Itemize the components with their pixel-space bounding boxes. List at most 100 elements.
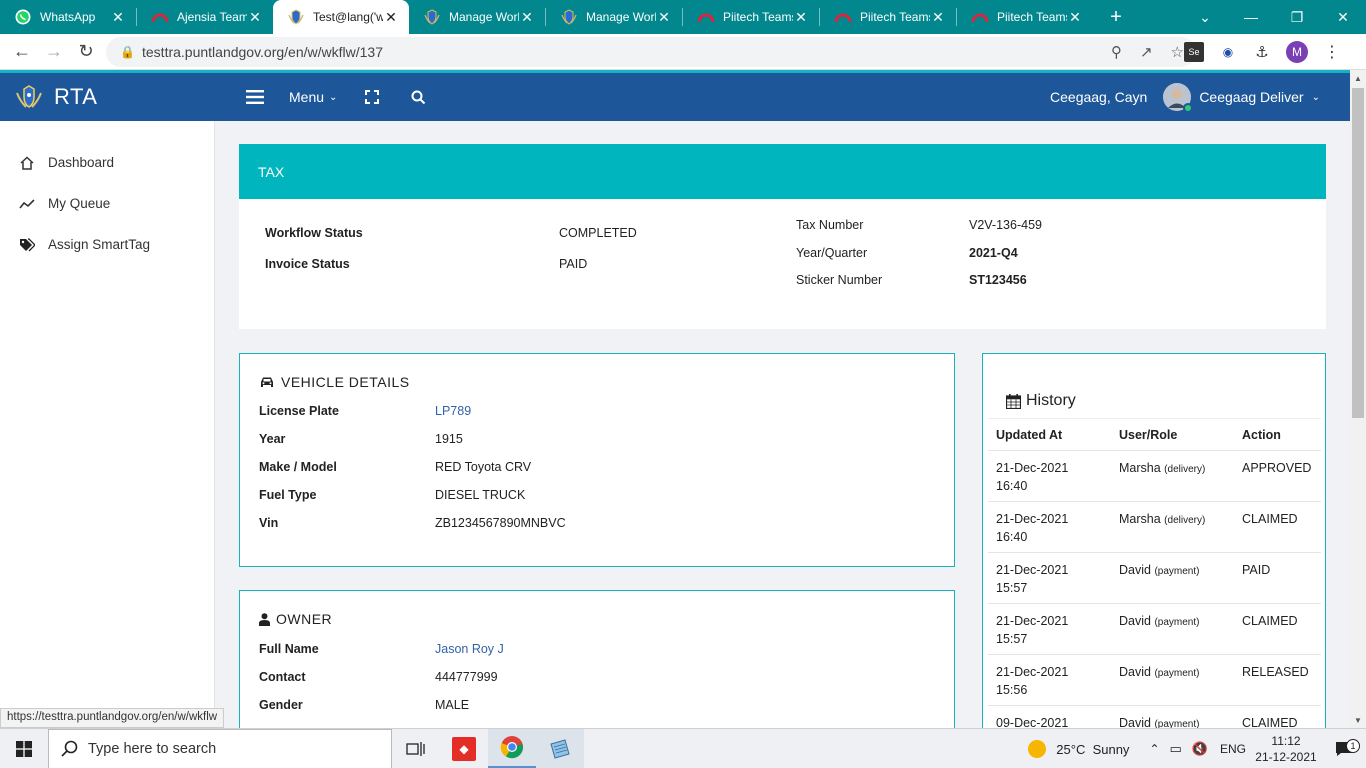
teams-ring-icon: [834, 8, 852, 26]
share-icon[interactable]: ↗: [1140, 43, 1153, 61]
sticker-number-value: ST123456: [969, 273, 1027, 287]
browser-tab[interactable]: Piitech Teams ✕: [957, 0, 1093, 34]
anydesk-app-icon[interactable]: ◆: [440, 729, 488, 768]
notepad-app-icon[interactable]: [536, 728, 584, 768]
page-scrollbar[interactable]: ▲ ▼: [1350, 70, 1366, 728]
user-short-name: Ceegaag, Cayn: [1050, 89, 1148, 105]
history-date: 21-Dec-2021: [996, 614, 1069, 628]
address-bar[interactable]: 🔒 testtra.puntlandgov.org/en/w/wkflw/137…: [106, 37, 1196, 67]
taskbar-search-box[interactable]: Type here to search: [48, 728, 392, 768]
history-row: 21-Dec-2021 15:56 David (payment) RELEASED: [988, 654, 1321, 706]
browser-tab[interactable]: WhatsApp ✕: [0, 0, 136, 34]
selenium-extension-icon[interactable]: Se: [1184, 42, 1204, 62]
menu-dropdown[interactable]: Menu ⌄: [289, 73, 337, 121]
weather-sun-icon[interactable]: [1028, 740, 1047, 758]
close-tab-icon[interactable]: ✕: [656, 9, 672, 26]
browser-tab[interactable]: Manage Worl ✕: [409, 0, 545, 34]
clock[interactable]: 11:12 21-12-2021: [1250, 733, 1322, 765]
close-tab-icon[interactable]: ✕: [247, 9, 263, 26]
history-updated-at: 21-Dec-2021 15:57: [988, 603, 1111, 655]
browser-tab[interactable]: Piitech Teams ✕: [820, 0, 956, 34]
vpn-extension-icon[interactable]: ◉: [1218, 42, 1238, 62]
task-view-icon[interactable]: [392, 729, 440, 768]
owner-row-label: Contact: [259, 670, 306, 684]
history-updated-at: 09-Dec-2021: [988, 705, 1111, 728]
close-tab-icon[interactable]: ✕: [519, 9, 535, 26]
notification-center-icon[interactable]: 1: [1322, 739, 1366, 757]
sidebar-item-dashboard[interactable]: Dashboard: [0, 142, 214, 183]
extensions-puzzle-icon[interactable]: ⚓: [1252, 42, 1272, 62]
taskbar-search-placeholder: Type here to search: [88, 740, 217, 757]
close-tab-icon[interactable]: ✕: [1067, 9, 1083, 26]
sidebar-item-my-queue[interactable]: My Queue: [0, 183, 214, 224]
language-indicator[interactable]: ENG: [1220, 742, 1246, 756]
user-avatar[interactable]: [1163, 83, 1194, 113]
volume-muted-icon[interactable]: 🔇: [1192, 741, 1208, 757]
lock-icon[interactable]: 🔒: [120, 45, 135, 59]
workflow-status-value: COMPLETED: [559, 226, 637, 240]
owner-title: OWNER: [259, 611, 332, 627]
network-icon[interactable]: ▭: [1170, 741, 1182, 757]
user-menu[interactable]: Ceegaag, Cayn Ceegaag Deliver ⌄: [1050, 73, 1320, 121]
col-user-role: User/Role: [1111, 418, 1234, 451]
browser-toolbar: ← → ↻ 🔒 testtra.puntlandgov.org/en/w/wkf…: [0, 34, 1366, 70]
close-tab-icon[interactable]: ✕: [110, 9, 126, 26]
history-updated-at: 21-Dec-2021 15:56: [988, 654, 1111, 706]
workflow-status-label: Workflow Status: [265, 226, 363, 240]
history-date: 21-Dec-2021: [996, 563, 1069, 577]
close-tab-icon[interactable]: ✕: [793, 9, 809, 26]
sidebar-item-assign-smarttag[interactable]: Assign SmartTag: [0, 224, 214, 265]
browser-tab[interactable]: Test@lang('w ✕: [273, 0, 409, 34]
new-tab-button[interactable]: +: [1101, 6, 1131, 29]
teams-ring-icon: [697, 8, 715, 26]
browser-tab[interactable]: Manage Worl ✕: [546, 0, 682, 34]
tab-search-chevron-icon[interactable]: ⌄: [1182, 0, 1228, 34]
browser-tab[interactable]: Piitech Teams ✕: [683, 0, 819, 34]
owner-row-value[interactable]: Jason Roy J: [435, 642, 504, 656]
close-window-button[interactable]: ✕: [1320, 0, 1366, 34]
browser-tab[interactable]: Ajensia Team ✕: [137, 0, 273, 34]
minimize-button[interactable]: —: [1228, 0, 1274, 34]
fullscreen-icon[interactable]: [365, 73, 379, 121]
weather-text[interactable]: 25°C Sunny: [1056, 742, 1129, 757]
history-user: Marsha: [1119, 461, 1161, 475]
close-tab-icon[interactable]: ✕: [930, 9, 946, 26]
sidebar-item-label: My Queue: [48, 196, 111, 211]
history-row: 21-Dec-2021 16:40 Marsha (delivery) CLAIMED: [988, 501, 1321, 553]
url-text[interactable]: testtra.puntlandgov.org/en/w/wkflw/137: [142, 44, 383, 60]
vehicle-row-label: Vin: [259, 516, 279, 530]
brand[interactable]: RTA: [14, 83, 97, 111]
tab-title: Piitech Teams: [997, 10, 1067, 24]
hamburger-menu-icon[interactable]: [246, 73, 264, 121]
reload-button[interactable]: ↻: [70, 36, 102, 68]
close-tab-icon[interactable]: ✕: [383, 9, 399, 26]
profile-avatar[interactable]: M: [1286, 41, 1308, 63]
zoom-icon[interactable]: ⚲: [1111, 43, 1122, 61]
chevron-down-icon: ⌄: [329, 91, 338, 103]
vehicle-row-value: DIESEL TRUCK: [435, 488, 526, 502]
forward-button[interactable]: →: [38, 36, 70, 68]
history-user: Marsha: [1119, 512, 1161, 526]
windows-start-icon[interactable]: [0, 729, 48, 768]
history-table: Updated At User/Role Action 21-Dec-2021 1…: [988, 418, 1321, 728]
scroll-down-icon[interactable]: ▼: [1350, 712, 1366, 728]
chrome-app-icon[interactable]: [488, 728, 536, 768]
teams-ring-icon: [151, 8, 169, 26]
browser-menu-icon[interactable]: ⋮: [1322, 42, 1342, 62]
scroll-up-icon[interactable]: ▲: [1350, 70, 1366, 86]
back-button[interactable]: ←: [6, 36, 38, 68]
history-action: RELEASED: [1234, 654, 1321, 706]
history-user: David: [1119, 665, 1151, 679]
tray-chevron-up-icon[interactable]: ⌃: [1149, 742, 1159, 756]
tab-title: Manage Worl: [586, 10, 656, 24]
bookmark-star-icon[interactable]: ☆: [1171, 43, 1184, 61]
scroll-thumb[interactable]: [1352, 88, 1364, 418]
history-role: (payment): [1154, 617, 1200, 628]
search-icon[interactable]: [411, 73, 426, 121]
restore-button[interactable]: ❐: [1274, 0, 1320, 34]
vehicle-row-value[interactable]: LP789: [435, 404, 471, 418]
history-role: (payment): [1154, 719, 1200, 728]
history-user-role: Marsha (delivery): [1111, 501, 1234, 553]
history-role: (payment): [1154, 668, 1200, 679]
vehicle-row-value: 1915: [435, 432, 463, 446]
